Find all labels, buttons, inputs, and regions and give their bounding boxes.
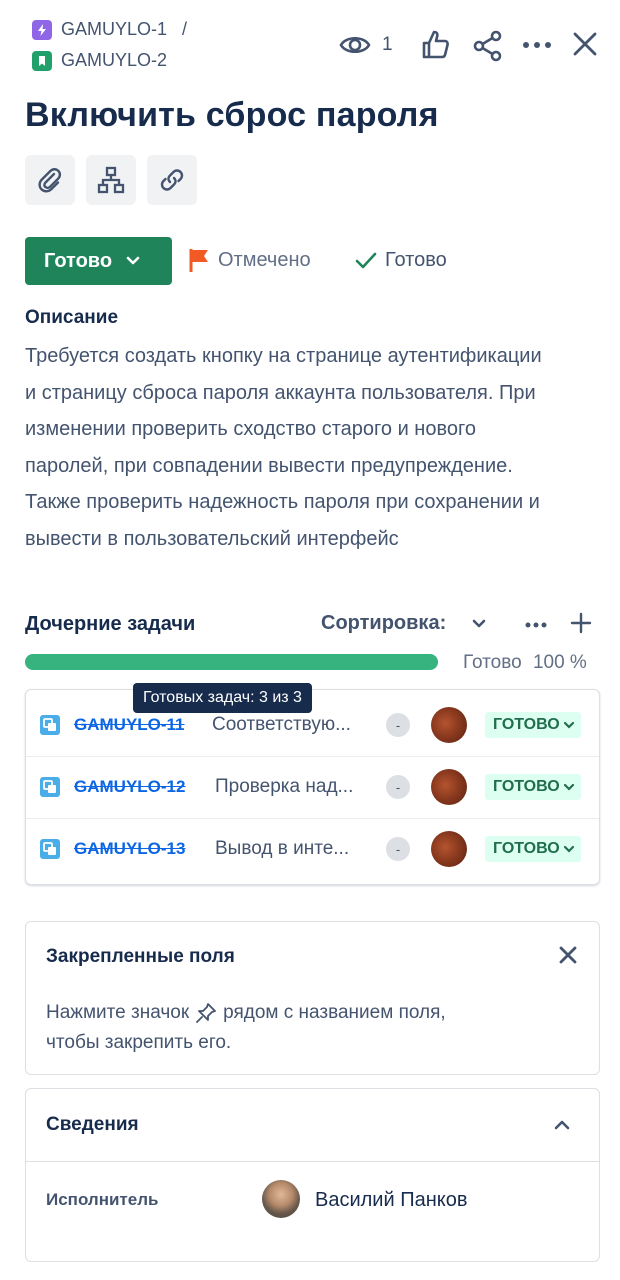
- list-item[interactable]: GAMUYLO-13 Вывод в инте... - ГОТОВО: [26, 818, 599, 880]
- child-issue-summary[interactable]: Вывод в инте...: [215, 838, 375, 860]
- description-line: и страницу сброса пароля аккаунта пользо…: [25, 381, 536, 404]
- hierarchy-icon: [96, 165, 126, 195]
- priority-badge: -: [386, 713, 410, 737]
- pin-icon: [195, 1002, 217, 1024]
- description-heading: Описание: [25, 307, 119, 328]
- more-actions-icon[interactable]: [522, 38, 552, 56]
- description-line: изменении проверить сходство старого и н…: [25, 418, 476, 440]
- chevron-down-icon: [472, 619, 486, 629]
- progress-label: Готово: [463, 652, 522, 673]
- child-issue-summary[interactable]: Соответствую...: [212, 714, 372, 736]
- child-issue-key[interactable]: GAMUYLO-12: [74, 777, 185, 797]
- details-panel: Сведения Исполнитель Василий Панков: [25, 1088, 600, 1262]
- status-dropdown[interactable]: Готово: [25, 237, 172, 285]
- close-icon[interactable]: [559, 946, 577, 969]
- description-line: Требуется создать кнопку на странице аут…: [25, 345, 542, 367]
- child-issue-key[interactable]: GAMUYLO-13: [74, 839, 185, 859]
- pinned-fields-panel: Закрепленные поля Нажмите значок рядом с…: [25, 921, 600, 1075]
- page-title[interactable]: Включить сброс пароля: [25, 96, 439, 135]
- subtask-icon: [40, 777, 60, 797]
- subtask-icon: [40, 839, 60, 859]
- chevron-down-icon: [563, 845, 574, 853]
- status-lozenge-label: ГОТОВО: [493, 716, 560, 733]
- current-issue-key[interactable]: GAMUYLO-2: [61, 50, 167, 71]
- pinned-hint-text: чтобы закрепить его.: [46, 1032, 232, 1053]
- progress-tooltip: Готовых задач: 3 из 3: [133, 683, 312, 713]
- pinned-hint-text: рядом с названием поля,: [223, 1002, 446, 1023]
- chevron-down-icon: [563, 783, 574, 791]
- parent-issue-key[interactable]: GAMUYLO-1: [61, 19, 167, 40]
- progress-text: Готово 100 %: [463, 652, 587, 674]
- status-lozenge[interactable]: ГОТОВО: [485, 712, 581, 738]
- add-child-task-icon[interactable]: [570, 612, 592, 639]
- breadcrumb-separator: /: [182, 19, 188, 39]
- check-icon: [355, 250, 377, 272]
- breadcrumb-parent[interactable]: GAMUYLO-1 /: [32, 19, 187, 40]
- flagged-label: Отмечено: [218, 248, 311, 271]
- attach-button[interactable]: [25, 155, 75, 205]
- assignee-label: Исполнитель: [46, 1190, 159, 1209]
- child-tasks-heading: Дочерние задачи: [25, 613, 196, 635]
- pinned-hint-text: Нажмите значок: [46, 1002, 190, 1023]
- breadcrumb-current[interactable]: GAMUYLO-2: [32, 50, 167, 71]
- progress-track: [25, 654, 438, 670]
- pinned-fields-hint: Нажмите значок рядом с названием поля, ч…: [46, 998, 586, 1058]
- like-icon[interactable]: [420, 29, 450, 66]
- child-issue-summary[interactable]: Проверка над...: [215, 776, 375, 798]
- details-header[interactable]: Сведения: [26, 1089, 599, 1162]
- priority-badge: -: [386, 775, 410, 799]
- sort-dropdown[interactable]: Сортировка:: [321, 612, 486, 635]
- child-issue-key[interactable]: GAMUYLO-11: [74, 715, 185, 735]
- details-heading: Сведения: [46, 1114, 139, 1135]
- description-line: Также проверить надежность пароля при со…: [25, 491, 540, 513]
- description-body[interactable]: Требуется создать кнопку на странице аут…: [25, 338, 605, 557]
- resolution-indicator: Готово: [355, 249, 447, 272]
- link-issue-button[interactable]: [147, 155, 197, 205]
- child-tasks-list: GAMUYLO-11 Соответствую... - ГОТОВО GAMU…: [25, 689, 600, 885]
- avatar[interactable]: [431, 769, 467, 805]
- child-tasks-more-icon[interactable]: [525, 617, 547, 635]
- epic-icon: [32, 19, 52, 40]
- share-icon[interactable]: [472, 30, 504, 67]
- status-label: Готово: [44, 249, 113, 272]
- paperclip-icon: [36, 166, 64, 194]
- description-line: паролей, при совпадении вывести предупре…: [25, 454, 513, 477]
- status-lozenge[interactable]: ГОТОВО: [485, 774, 581, 800]
- status-lozenge-label: ГОТОВО: [493, 778, 560, 795]
- resolution-label: Готово: [385, 249, 447, 271]
- progress-bar: [25, 654, 438, 670]
- chevron-up-icon[interactable]: [554, 1118, 570, 1136]
- assignee-name[interactable]: Василий Панков: [315, 1189, 467, 1212]
- description-line: вывести в пользовательский интерфейс: [25, 527, 399, 550]
- progress-percent: 100 %: [532, 652, 587, 673]
- flag-icon: [188, 247, 210, 273]
- status-lozenge-label: ГОТОВО: [493, 840, 560, 857]
- link-icon: [158, 166, 186, 194]
- story-icon: [32, 50, 52, 71]
- child-issue-button[interactable]: [86, 155, 136, 205]
- sort-label: Сортировка:: [321, 612, 447, 634]
- avatar[interactable]: [431, 831, 467, 867]
- close-icon[interactable]: [572, 31, 598, 62]
- priority-badge: -: [386, 837, 410, 861]
- chevron-down-icon: [126, 256, 140, 266]
- chevron-down-icon: [563, 721, 574, 729]
- status-lozenge[interactable]: ГОТОВО: [485, 836, 581, 862]
- list-item[interactable]: GAMUYLO-11 Соответствую... - ГОТОВО: [26, 694, 599, 757]
- flagged-indicator[interactable]: Отмечено: [188, 247, 311, 273]
- subtask-icon: [40, 715, 60, 735]
- avatar[interactable]: [431, 707, 467, 743]
- list-item[interactable]: GAMUYLO-12 Проверка над... - ГОТОВО: [26, 756, 599, 819]
- watch-icon[interactable]: [338, 28, 372, 62]
- watchers-count: 1: [382, 34, 393, 55]
- pinned-fields-heading: Закрепленные поля: [46, 946, 235, 967]
- avatar[interactable]: [262, 1180, 300, 1218]
